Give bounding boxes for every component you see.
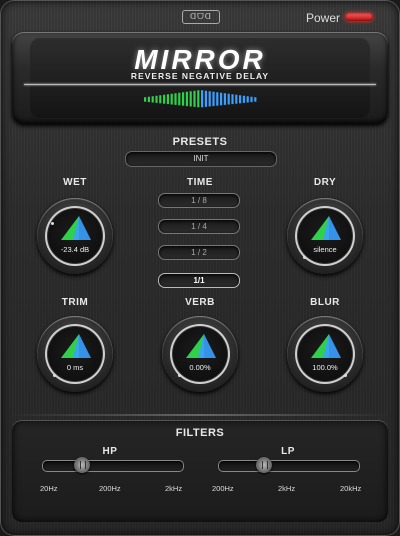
meter-bar	[212, 91, 215, 107]
meter-bar	[178, 92, 181, 106]
time-button-1-4[interactable]: 1 / 4	[158, 219, 240, 234]
meter-bar	[159, 95, 162, 104]
brand-logo: ᗡᗜᗡ	[182, 10, 220, 24]
presets-label: PRESETS	[172, 136, 228, 148]
hp-label: HP	[102, 446, 118, 457]
hp-slider[interactable]	[42, 457, 184, 473]
meter-bar	[166, 94, 169, 105]
time-label: TIME	[187, 177, 213, 188]
meter-bar	[147, 96, 150, 103]
meter-bar	[193, 90, 196, 107]
dry-value: silence	[313, 245, 337, 254]
lp-slider-thumb[interactable]	[256, 457, 273, 473]
blur-value: 100.0%	[312, 363, 338, 372]
blur-indicator-icon	[311, 334, 341, 358]
meter-bar	[170, 93, 173, 105]
meter-bar	[201, 90, 204, 108]
meter-bar	[250, 96, 253, 103]
hp-tick-high: 2kHz	[165, 484, 183, 493]
meter-bar	[254, 97, 257, 102]
verb-label: VERB	[185, 297, 215, 308]
meter-bar	[216, 92, 219, 106]
wet-label: WET	[63, 177, 87, 188]
meter-bar	[163, 94, 166, 104]
meter-bar	[220, 92, 223, 106]
preset-selector[interactable]: INIT	[125, 151, 277, 167]
meter-bar	[208, 91, 211, 107]
meter-bar	[239, 95, 242, 104]
verb-indicator-icon	[186, 334, 216, 358]
meter-bar	[155, 95, 158, 103]
time-button-1-1[interactable]: 1/1	[158, 273, 240, 288]
wet-indicator-icon	[61, 216, 91, 240]
power-button[interactable]	[345, 13, 373, 21]
lp-slider[interactable]	[218, 457, 360, 473]
hp-slider-thumb[interactable]	[74, 457, 90, 473]
hp-tick-mid: 200Hz	[99, 484, 121, 493]
trim-label: TRIM	[61, 297, 89, 308]
lp-tick-high: 20kHz	[340, 484, 362, 493]
time-button-1-8[interactable]: 1 / 8	[158, 193, 240, 208]
meter-bar	[144, 97, 147, 102]
knob-marker	[51, 222, 54, 225]
knob-marker	[344, 374, 347, 377]
trim-knob[interactable]: 0 ms	[37, 316, 113, 392]
trim-value: 0 ms	[66, 363, 84, 372]
filters-label: FILTERS	[175, 427, 225, 439]
blur-label: BLUR	[310, 297, 340, 308]
wet-knob[interactable]: -23.4 dB	[37, 198, 113, 274]
meter-bar	[189, 91, 192, 107]
meter-bar	[227, 93, 230, 105]
meter-bar	[182, 92, 185, 106]
wet-value: -23.4 dB	[60, 245, 90, 254]
lp-tick-low: 200Hz	[212, 484, 234, 493]
filters-divider	[10, 414, 390, 416]
meter-bar	[242, 95, 245, 103]
meter-bar	[235, 94, 238, 104]
knob-marker	[303, 256, 306, 259]
power-label: Power	[306, 11, 341, 25]
trim-indicator-icon	[61, 334, 91, 358]
verb-knob[interactable]: 0.00%	[162, 316, 238, 392]
level-meter	[144, 90, 257, 108]
dry-knob[interactable]: silence	[287, 198, 363, 274]
meter-bar	[223, 93, 226, 105]
knob-marker	[53, 374, 56, 377]
lp-tick-mid: 2kHz	[278, 484, 296, 493]
meter-bar	[197, 90, 200, 108]
hp-tick-low: 20Hz	[40, 484, 58, 493]
plugin-subtitle: REVERSE NEGATIVE DELAY	[130, 71, 270, 81]
dry-label: DRY	[313, 177, 337, 188]
meter-bar	[151, 96, 154, 103]
knob-marker	[178, 374, 181, 377]
dry-indicator-icon	[311, 216, 341, 240]
meter-bar	[231, 94, 234, 105]
display-line	[24, 84, 376, 85]
time-button-1-2[interactable]: 1 / 2	[158, 245, 240, 260]
meter-bar	[174, 93, 177, 105]
verb-value: 0.00%	[189, 363, 211, 372]
blur-knob[interactable]: 100.0%	[287, 316, 363, 392]
meter-bar	[246, 96, 249, 103]
meter-bar	[204, 90, 207, 107]
lp-label: LP	[281, 446, 295, 457]
meter-bar	[185, 91, 188, 107]
